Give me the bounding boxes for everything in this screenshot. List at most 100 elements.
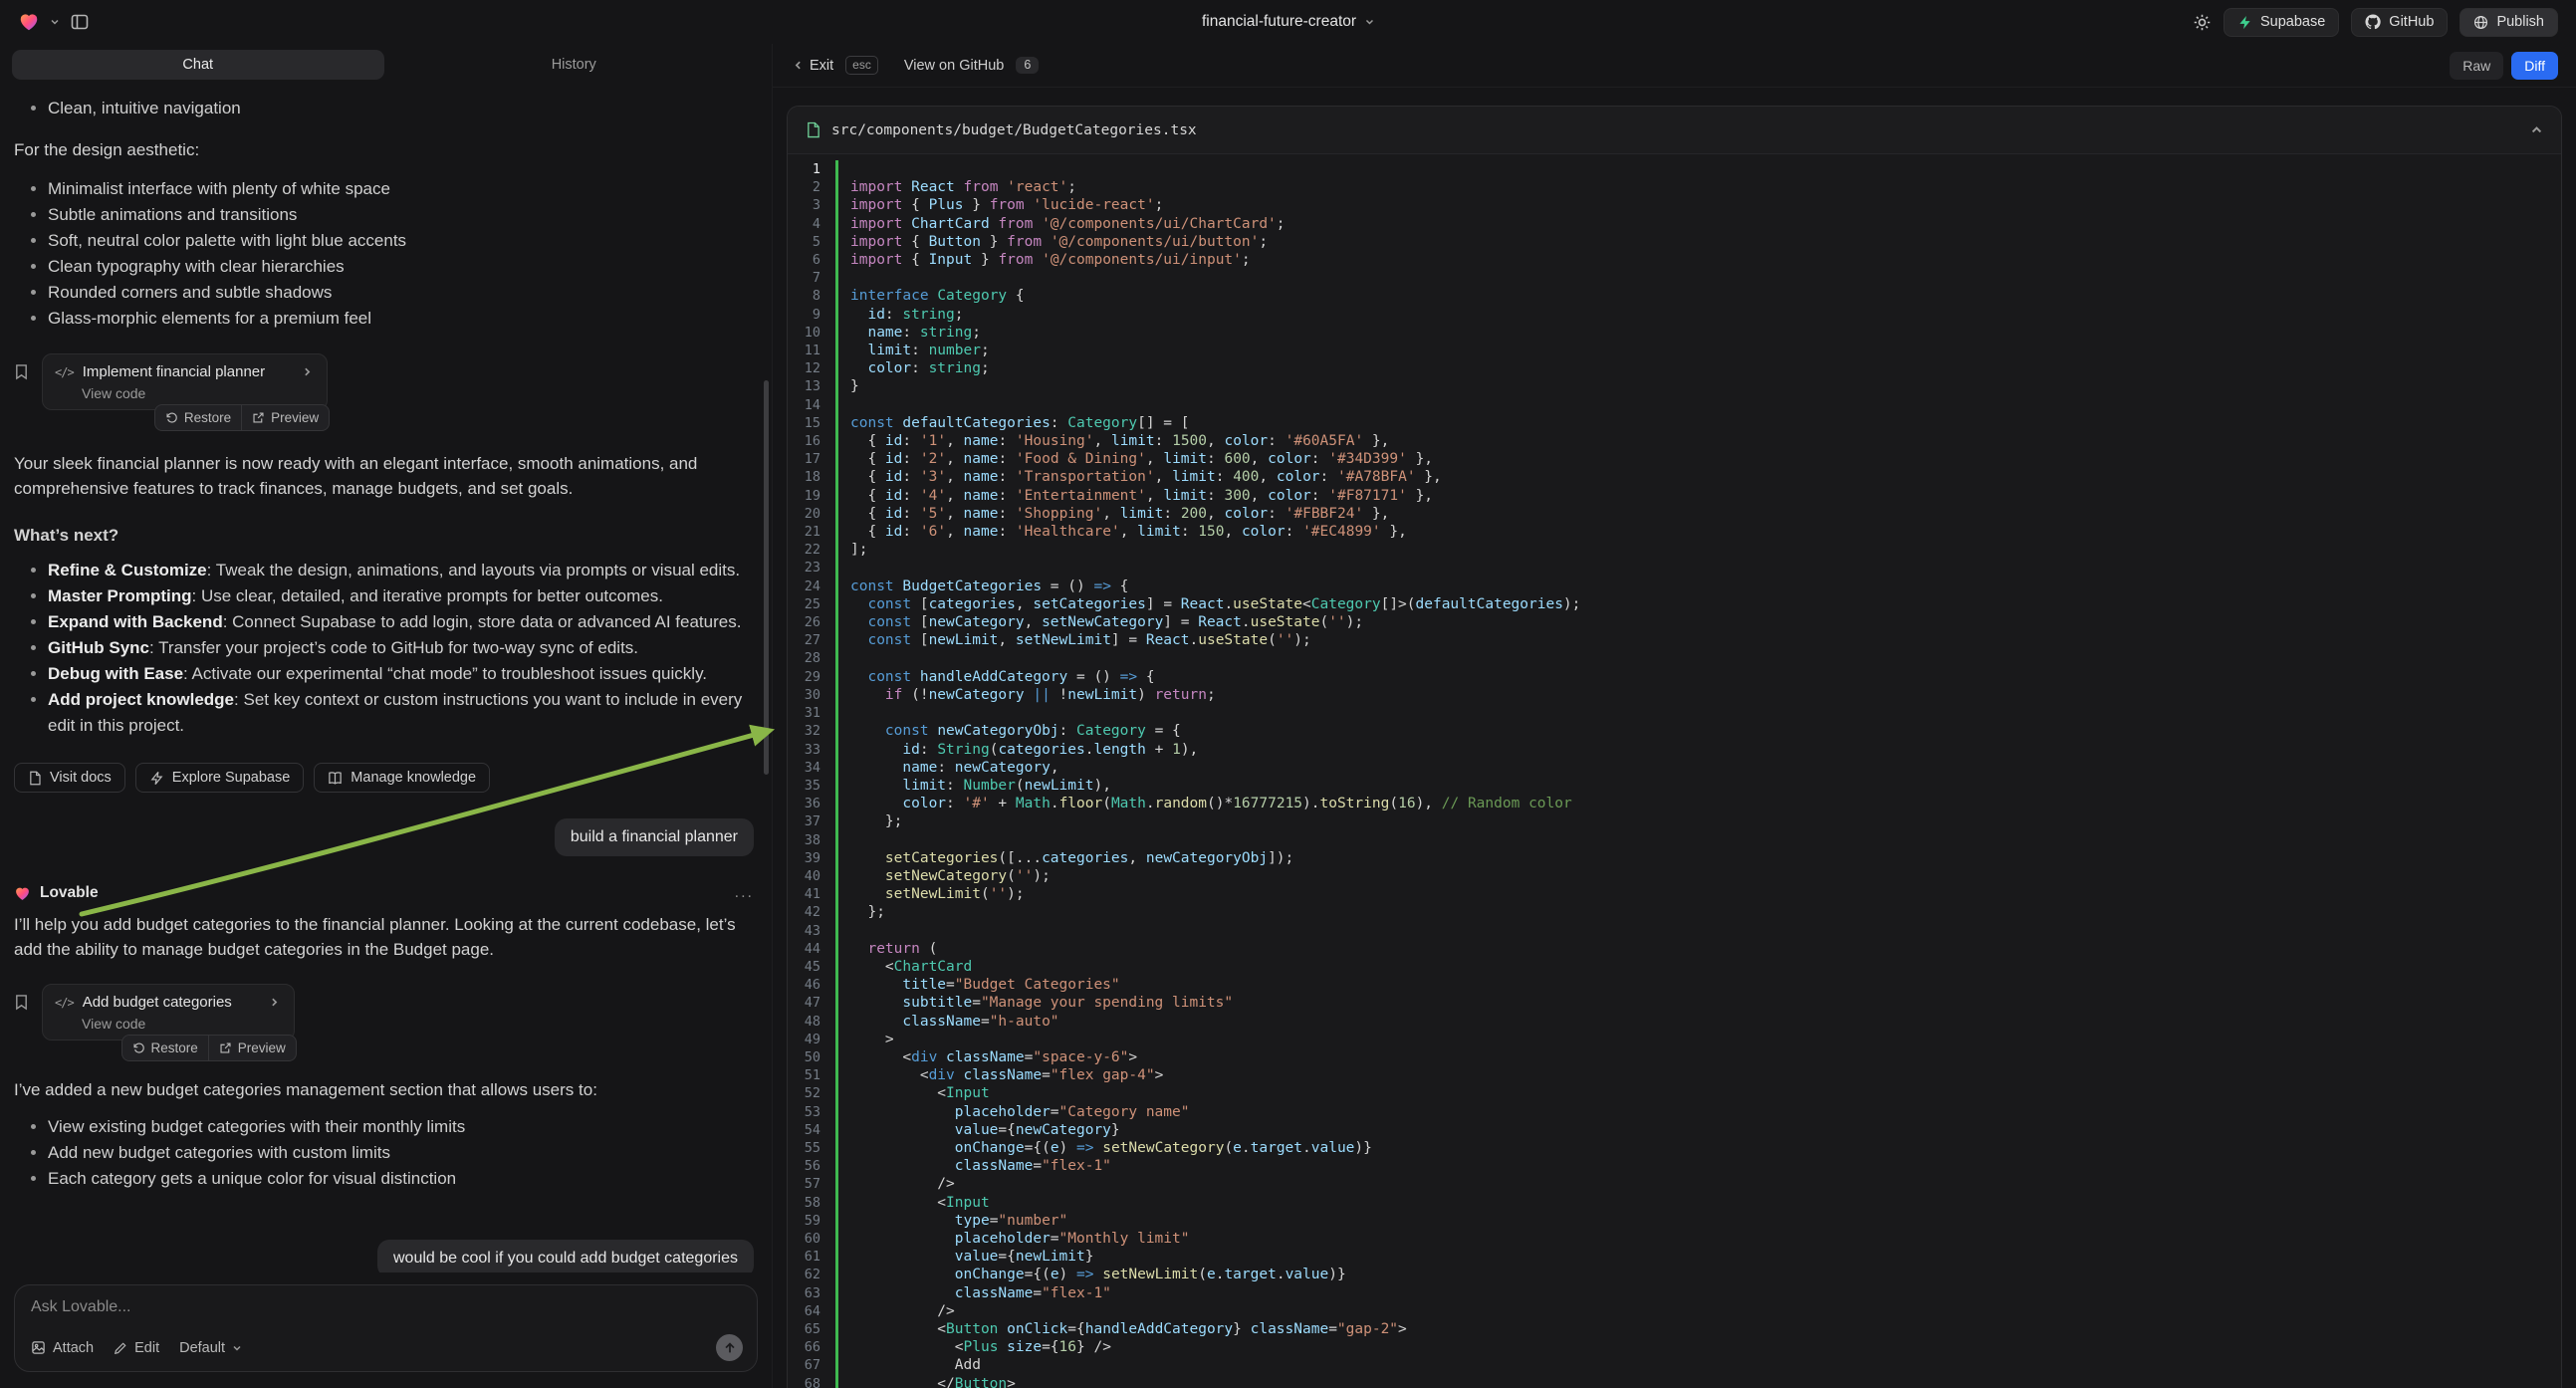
- code-line: 50 <div className="space-y-6">: [788, 1048, 2561, 1066]
- list-item: Clean, intuitive navigation: [48, 96, 754, 121]
- more-options-icon[interactable]: ...: [735, 884, 754, 902]
- preview-button[interactable]: Preview: [242, 405, 329, 430]
- bullet-list: Clean, intuitive navigation: [14, 96, 754, 121]
- restore-preview-toolbar: Restore Preview: [154, 404, 330, 431]
- next-step-label: Master Prompting: [48, 586, 192, 605]
- project-name: financial-future-creator: [1202, 13, 1356, 31]
- code-line: 16 { id: '1', name: 'Housing', limit: 15…: [788, 432, 2561, 450]
- code-line: 68 </Button>: [788, 1375, 2561, 1388]
- edit-label: Edit: [134, 1340, 159, 1356]
- next-step-text: : Connect Supabase to add login, store d…: [223, 612, 742, 631]
- exit-button[interactable]: Exit: [793, 58, 833, 74]
- code-line: 9 id: string;: [788, 306, 2561, 324]
- next-step-text: : Use clear, detailed, and iterative pro…: [192, 586, 663, 605]
- edit-card-add-budget-categories[interactable]: </> Add budget categories View code: [42, 984, 295, 1041]
- raw-toggle-button[interactable]: Raw: [2450, 52, 2503, 80]
- code-line: 64 />: [788, 1302, 2561, 1320]
- chat-composer: Ask Lovable... Attach Edit Default: [14, 1284, 758, 1372]
- settings-gear-icon[interactable]: [2193, 13, 2212, 32]
- feature-bullet-list: View existing budget categories with the…: [14, 1114, 754, 1192]
- supabase-button[interactable]: Supabase: [2224, 8, 2339, 37]
- quick-actions-row: Visit docs Explore Supabase Manage knowl…: [14, 763, 754, 793]
- attach-button[interactable]: Attach: [31, 1340, 94, 1356]
- diff-toggle-button[interactable]: Diff: [2511, 52, 2558, 80]
- code-panel: Exit esc View on GitHub 6 Raw Diff src/c…: [773, 44, 2576, 1388]
- code-line: 63 className="flex-1": [788, 1284, 2561, 1302]
- lovable-logo-icon[interactable]: [18, 11, 40, 33]
- list-item: Each category gets a unique color for vi…: [48, 1166, 754, 1192]
- code-line: 58 <Input: [788, 1194, 2561, 1212]
- chevron-down-icon: [232, 1343, 242, 1353]
- view-code-link[interactable]: View code: [82, 385, 145, 401]
- publish-button[interactable]: Publish: [2459, 8, 2558, 37]
- restore-label: Restore: [151, 1041, 198, 1055]
- file-header[interactable]: src/components/budget/BudgetCategories.t…: [788, 107, 2561, 154]
- code-line: 12 color: string;: [788, 359, 2561, 377]
- tab-history[interactable]: History: [388, 50, 761, 80]
- next-step-label: Add project knowledge: [48, 690, 234, 709]
- send-button[interactable]: [716, 1334, 743, 1361]
- preview-label: Preview: [271, 410, 319, 425]
- list-item: Subtle animations and transitions: [48, 202, 754, 228]
- code-line: 46 title="Budget Categories": [788, 976, 2561, 994]
- supabase-icon: [149, 771, 164, 786]
- bookmark-icon[interactable]: [14, 363, 29, 380]
- code-line: 25 const [categories, setCategories] = R…: [788, 595, 2561, 613]
- exit-label: Exit: [810, 58, 833, 74]
- code-line: 61 value={newLimit}: [788, 1248, 2561, 1266]
- explore-supabase-button[interactable]: Explore Supabase: [135, 763, 305, 793]
- code-line: 65 <Button onClick={handleAddCategory} c…: [788, 1320, 2561, 1338]
- bookmark-icon[interactable]: [14, 994, 29, 1011]
- view-code-link[interactable]: View code: [82, 1016, 145, 1032]
- design-intro: For the design aesthetic:: [14, 137, 754, 162]
- document-icon: [28, 771, 42, 786]
- design-bullet-list: Minimalist interface with plenty of whit…: [14, 176, 754, 332]
- code-line: 35 limit: Number(newLimit),: [788, 777, 2561, 795]
- preview-button[interactable]: Preview: [209, 1036, 296, 1060]
- code-line: 49 >: [788, 1031, 2561, 1048]
- list-item: Refine & Customize: Tweak the design, an…: [48, 558, 754, 583]
- list-item: Master Prompting: Use clear, detailed, a…: [48, 583, 754, 609]
- code-line: 43: [788, 922, 2561, 940]
- chat-scrollbar-thumb[interactable]: [764, 380, 769, 775]
- code-line: 2import React from 'react';: [788, 178, 2561, 196]
- next-steps-list: Refine & Customize: Tweak the design, an…: [14, 558, 754, 739]
- view-on-github-link[interactable]: View on GitHub: [904, 58, 1004, 74]
- code-line: 56 className="flex-1": [788, 1157, 2561, 1175]
- project-menu[interactable]: financial-future-creator: [1202, 0, 1374, 44]
- code-line: 26 const [newCategory, setNewCategory] =…: [788, 613, 2561, 631]
- sidebar-toggle-icon[interactable]: [70, 12, 90, 32]
- github-icon: [2365, 14, 2381, 30]
- code-line: 31: [788, 704, 2561, 722]
- esc-key-hint: esc: [845, 56, 878, 75]
- model-selector[interactable]: Default: [179, 1340, 242, 1356]
- code-line: 66 <Plus size={16} />: [788, 1338, 2561, 1356]
- code-line: 38: [788, 831, 2561, 849]
- code-line: 47 subtitle="Manage your spending limits…: [788, 994, 2561, 1012]
- chevron-down-icon[interactable]: [50, 17, 60, 27]
- manage-knowledge-button[interactable]: Manage knowledge: [314, 763, 490, 793]
- assistant-header: Lovable ...: [14, 884, 754, 902]
- restore-button[interactable]: Restore: [122, 1036, 208, 1060]
- github-button[interactable]: GitHub: [2351, 8, 2448, 37]
- tab-chat[interactable]: Chat: [12, 50, 384, 80]
- chat-input[interactable]: Ask Lovable...: [31, 1298, 743, 1316]
- chevron-right-icon: [269, 997, 280, 1008]
- collapse-chevron-up-icon[interactable]: [2530, 123, 2543, 136]
- edit-card-implement-financial-planner[interactable]: </> Implement financial planner View cod…: [42, 353, 328, 410]
- next-step-label: Debug with Ease: [48, 664, 183, 683]
- list-item: Clean typography with clear hierarchies: [48, 254, 754, 280]
- assistant-paragraph: I’ve added a new budget categories manag…: [14, 1077, 754, 1102]
- code-editor[interactable]: 1 2import React from 'react';3import { P…: [788, 154, 2561, 1388]
- restore-icon: [132, 1041, 145, 1054]
- restore-button[interactable]: Restore: [155, 405, 241, 430]
- chat-panel: Chat History Clean, intuitive navigation…: [0, 44, 773, 1388]
- code-line: 37 };: [788, 812, 2561, 830]
- list-item: Add new budget categories with custom li…: [48, 1140, 754, 1166]
- visit-docs-button[interactable]: Visit docs: [14, 763, 125, 793]
- code-line: 17 { id: '2', name: 'Food & Dining', lim…: [788, 450, 2561, 468]
- next-step-label: GitHub Sync: [48, 638, 149, 657]
- edit-mode-button[interactable]: Edit: [114, 1340, 159, 1356]
- file-path: src/components/budget/BudgetCategories.t…: [831, 122, 1197, 138]
- code-line: 1: [788, 160, 2561, 178]
